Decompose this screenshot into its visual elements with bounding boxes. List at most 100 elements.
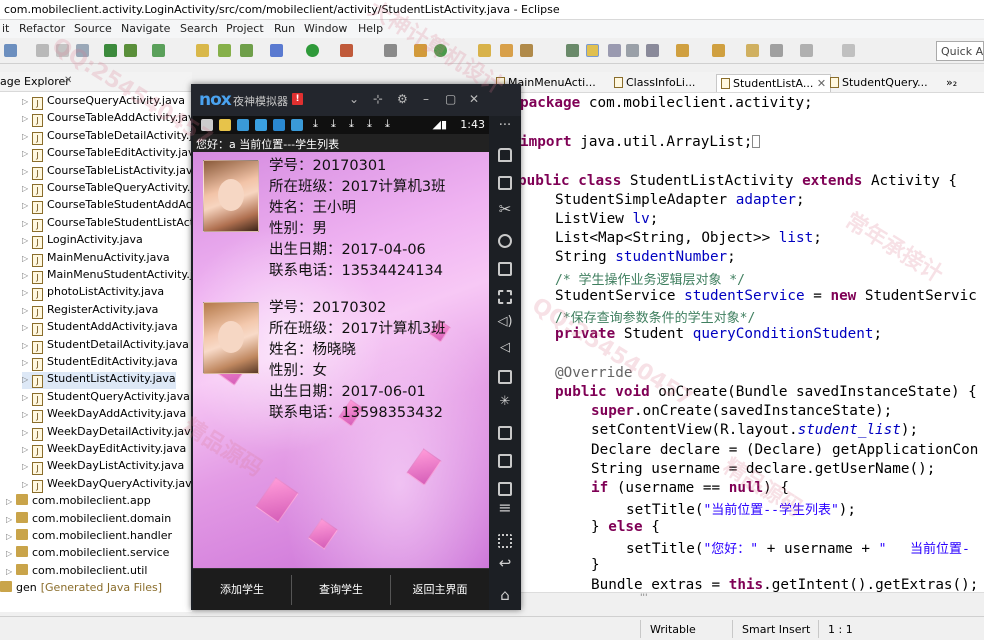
- skip-breakpoints-icon[interactable]: [384, 44, 397, 57]
- add-student-button[interactable]: 添加学生: [193, 569, 291, 610]
- back-icon[interactable]: [770, 44, 783, 57]
- pin-icon[interactable]: ⊹: [373, 92, 383, 106]
- more-icon[interactable]: ···: [497, 118, 513, 133]
- show-whitespace-icon[interactable]: [626, 44, 639, 57]
- minimize-icon[interactable]: –: [423, 92, 429, 106]
- menu-run[interactable]: Run: [274, 22, 295, 35]
- phone-icon[interactable]: [498, 148, 512, 162]
- list-item[interactable]: 学号：20170302 所在班级：2017计算机3班 姓名：杨晓晓 性别：女 出…: [193, 294, 489, 436]
- student-list[interactable]: 学号：20170301 所在班级：2017计算机3班 姓名：王小明 性别：男 出…: [193, 152, 489, 568]
- expand-arrow-icon[interactable]: ▷: [22, 149, 32, 158]
- tree-item-package[interactable]: ▷ com.mobileclient.app: [6, 494, 151, 511]
- tree-item-file[interactable]: ▷ J WeekDayEditActivity.java: [22, 442, 186, 459]
- avd-icon[interactable]: [218, 44, 231, 57]
- volume-down-icon[interactable]: ◁: [497, 340, 513, 355]
- expand-arrow-icon[interactable]: ▷: [22, 306, 32, 315]
- tree-item-file[interactable]: ▷ J WeekDayDetailActivity.java: [22, 425, 192, 442]
- tree-item-gen-folder[interactable]: gen [Generated Java Files]: [0, 581, 162, 598]
- toggle-mark-icon[interactable]: [566, 44, 579, 57]
- tree-item-file[interactable]: ▷J MainMenuStudentActivity.java: [22, 268, 192, 285]
- tree-item-file[interactable]: ▷ J CourseTableAddActivity.java: [22, 111, 192, 128]
- open-folder-icon[interactable]: [478, 44, 491, 57]
- query-student-button[interactable]: 查询学生: [292, 569, 390, 610]
- expand-arrow-icon[interactable]: ▷: [22, 254, 32, 263]
- save-all-icon[interactable]: [56, 44, 69, 57]
- close-icon[interactable]: ✕: [64, 75, 72, 86]
- tree-item-package[interactable]: ▷ com.mobileclient.util: [6, 563, 147, 581]
- tree-item-file[interactable]: ▷J CourseTableStudentAddActivity: [22, 198, 192, 215]
- new-class-icon[interactable]: [414, 44, 427, 57]
- menu-project[interactable]: Project: [226, 22, 264, 35]
- terminal-icon[interactable]: [124, 44, 137, 57]
- emulator-title-bar[interactable]: nox 夜神模拟器 ! ⌄ ⊹ ⚙ – ▢ ✕: [191, 84, 521, 116]
- external-tools-icon[interactable]: [340, 44, 353, 57]
- run-icon[interactable]: [306, 44, 319, 57]
- expand-arrow-icon[interactable]: ▷: [22, 323, 32, 332]
- tab-overflow[interactable]: »₂: [942, 74, 961, 92]
- tree-item-file[interactable]: ▷ J CourseTableEditActivity.java: [22, 146, 192, 163]
- tree-item-package[interactable]: ▷ com.mobileclient.service: [6, 546, 169, 563]
- expand-arrow-icon[interactable]: ▷: [22, 114, 32, 123]
- volume-up-icon[interactable]: ◁): [497, 314, 513, 329]
- android-sdk-icon[interactable]: [196, 44, 209, 57]
- menu-navigate[interactable]: Navigate: [121, 22, 170, 35]
- screenshot-icon[interactable]: [498, 176, 512, 190]
- keyboard-icon[interactable]: [498, 262, 512, 276]
- expand-arrow-icon[interactable]: ▷: [22, 358, 32, 367]
- tree-item-package[interactable]: ▷ com.mobileclient.handler: [6, 529, 172, 546]
- expand-arrow-icon[interactable]: ▷: [22, 236, 32, 245]
- expand-arrow-icon[interactable]: ▷: [22, 201, 32, 210]
- multi-instance-icon[interactable]: [498, 426, 512, 440]
- expand-arrow-icon[interactable]: ▷: [22, 341, 32, 350]
- tree-item-file[interactable]: ▷ J StudentListActivity.java: [22, 372, 176, 390]
- prev-annotation-icon[interactable]: [712, 44, 725, 57]
- tree-item-file[interactable]: ▷ J LoginActivity.java: [22, 233, 143, 250]
- new-icon[interactable]: [4, 44, 17, 57]
- menu-edit[interactable]: it: [2, 22, 9, 35]
- tree-item-file[interactable]: ▷ JphotoListActivity.java: [22, 285, 164, 302]
- quick-access-input[interactable]: Quick Ac: [936, 41, 984, 61]
- apk-install-icon[interactable]: [498, 370, 512, 384]
- code-editor[interactable]: package com.mobileclient.activity; impor…: [490, 93, 984, 600]
- tree-item-file[interactable]: ▷ J WeekDayQueryActivity.java: [22, 477, 192, 494]
- menu-window[interactable]: Window: [304, 22, 347, 35]
- build-icon[interactable]: [104, 44, 117, 57]
- expand-arrow-icon[interactable]: ▷: [22, 410, 32, 419]
- back-main-button[interactable]: 返回主界面: [391, 569, 489, 610]
- expand-arrow-icon[interactable]: ▷: [6, 532, 16, 541]
- android-screen[interactable]: ⤓ ⤓ ⤓ ⤓ ⤓ ◢▮ 1:43 您好：a 当前位置---学生列表 学号：20…: [193, 116, 489, 610]
- expand-arrow-icon[interactable]: ▷: [22, 184, 32, 193]
- tree-item-package[interactable]: ▷ com.mobileclient.domain: [6, 511, 171, 529]
- expand-arrow-icon[interactable]: ▷: [6, 567, 16, 576]
- tree-item-file[interactable]: ▷ J MainMenuActivity.java: [22, 251, 170, 268]
- tree-item-file[interactable]: ▷ J StudentAddActivity.java: [22, 320, 178, 337]
- expand-arrow-icon[interactable]: ▷: [6, 549, 16, 558]
- pin-icon[interactable]: [842, 44, 855, 57]
- chevron-down-icon[interactable]: ⌄: [349, 92, 359, 106]
- next-annotation-icon[interactable]: [676, 44, 689, 57]
- fullscreen-icon[interactable]: [498, 290, 512, 304]
- last-edit-icon[interactable]: [746, 44, 759, 57]
- tree-item-file[interactable]: ▷ J CourseTableListActivity.java: [22, 164, 192, 181]
- tree-item-file[interactable]: ▷ J StudentDetailActivity.java: [22, 338, 189, 355]
- tree-item-file[interactable]: ▷ J StudentQueryActivity.java: [22, 390, 190, 407]
- maximize-icon[interactable]: ▢: [445, 92, 456, 106]
- tree-item-file[interactable]: ▷J CourseTableQueryActivity.java: [22, 181, 192, 198]
- record-icon[interactable]: [498, 454, 512, 468]
- new-project-icon[interactable]: [434, 44, 447, 57]
- tree-item-file[interactable]: ▷J CourseTableDetailActivity.java: [22, 129, 192, 146]
- cleanup-icon[interactable]: [498, 482, 512, 496]
- close-icon[interactable]: ✕: [469, 92, 479, 106]
- list-item[interactable]: 学号：20170301 所在班级：2017计算机3班 姓名：王小明 性别：男 出…: [193, 152, 489, 294]
- menu-search[interactable]: Search: [180, 22, 218, 35]
- macro-icon[interactable]: [498, 534, 512, 548]
- tab-class-info-list[interactable]: ClassInfoLi...: [610, 74, 699, 92]
- scissors-icon[interactable]: ✂: [497, 200, 513, 218]
- block-select-icon[interactable]: [608, 44, 621, 57]
- expand-arrow-icon[interactable]: ▷: [6, 497, 16, 506]
- expand-arrow-icon[interactable]: ▷: [22, 167, 32, 176]
- highlight-icon[interactable]: [586, 44, 599, 57]
- check-icon[interactable]: [152, 44, 165, 57]
- menu-icon[interactable]: ≡: [497, 498, 513, 517]
- expand-arrow-icon[interactable]: ▷: [22, 271, 32, 280]
